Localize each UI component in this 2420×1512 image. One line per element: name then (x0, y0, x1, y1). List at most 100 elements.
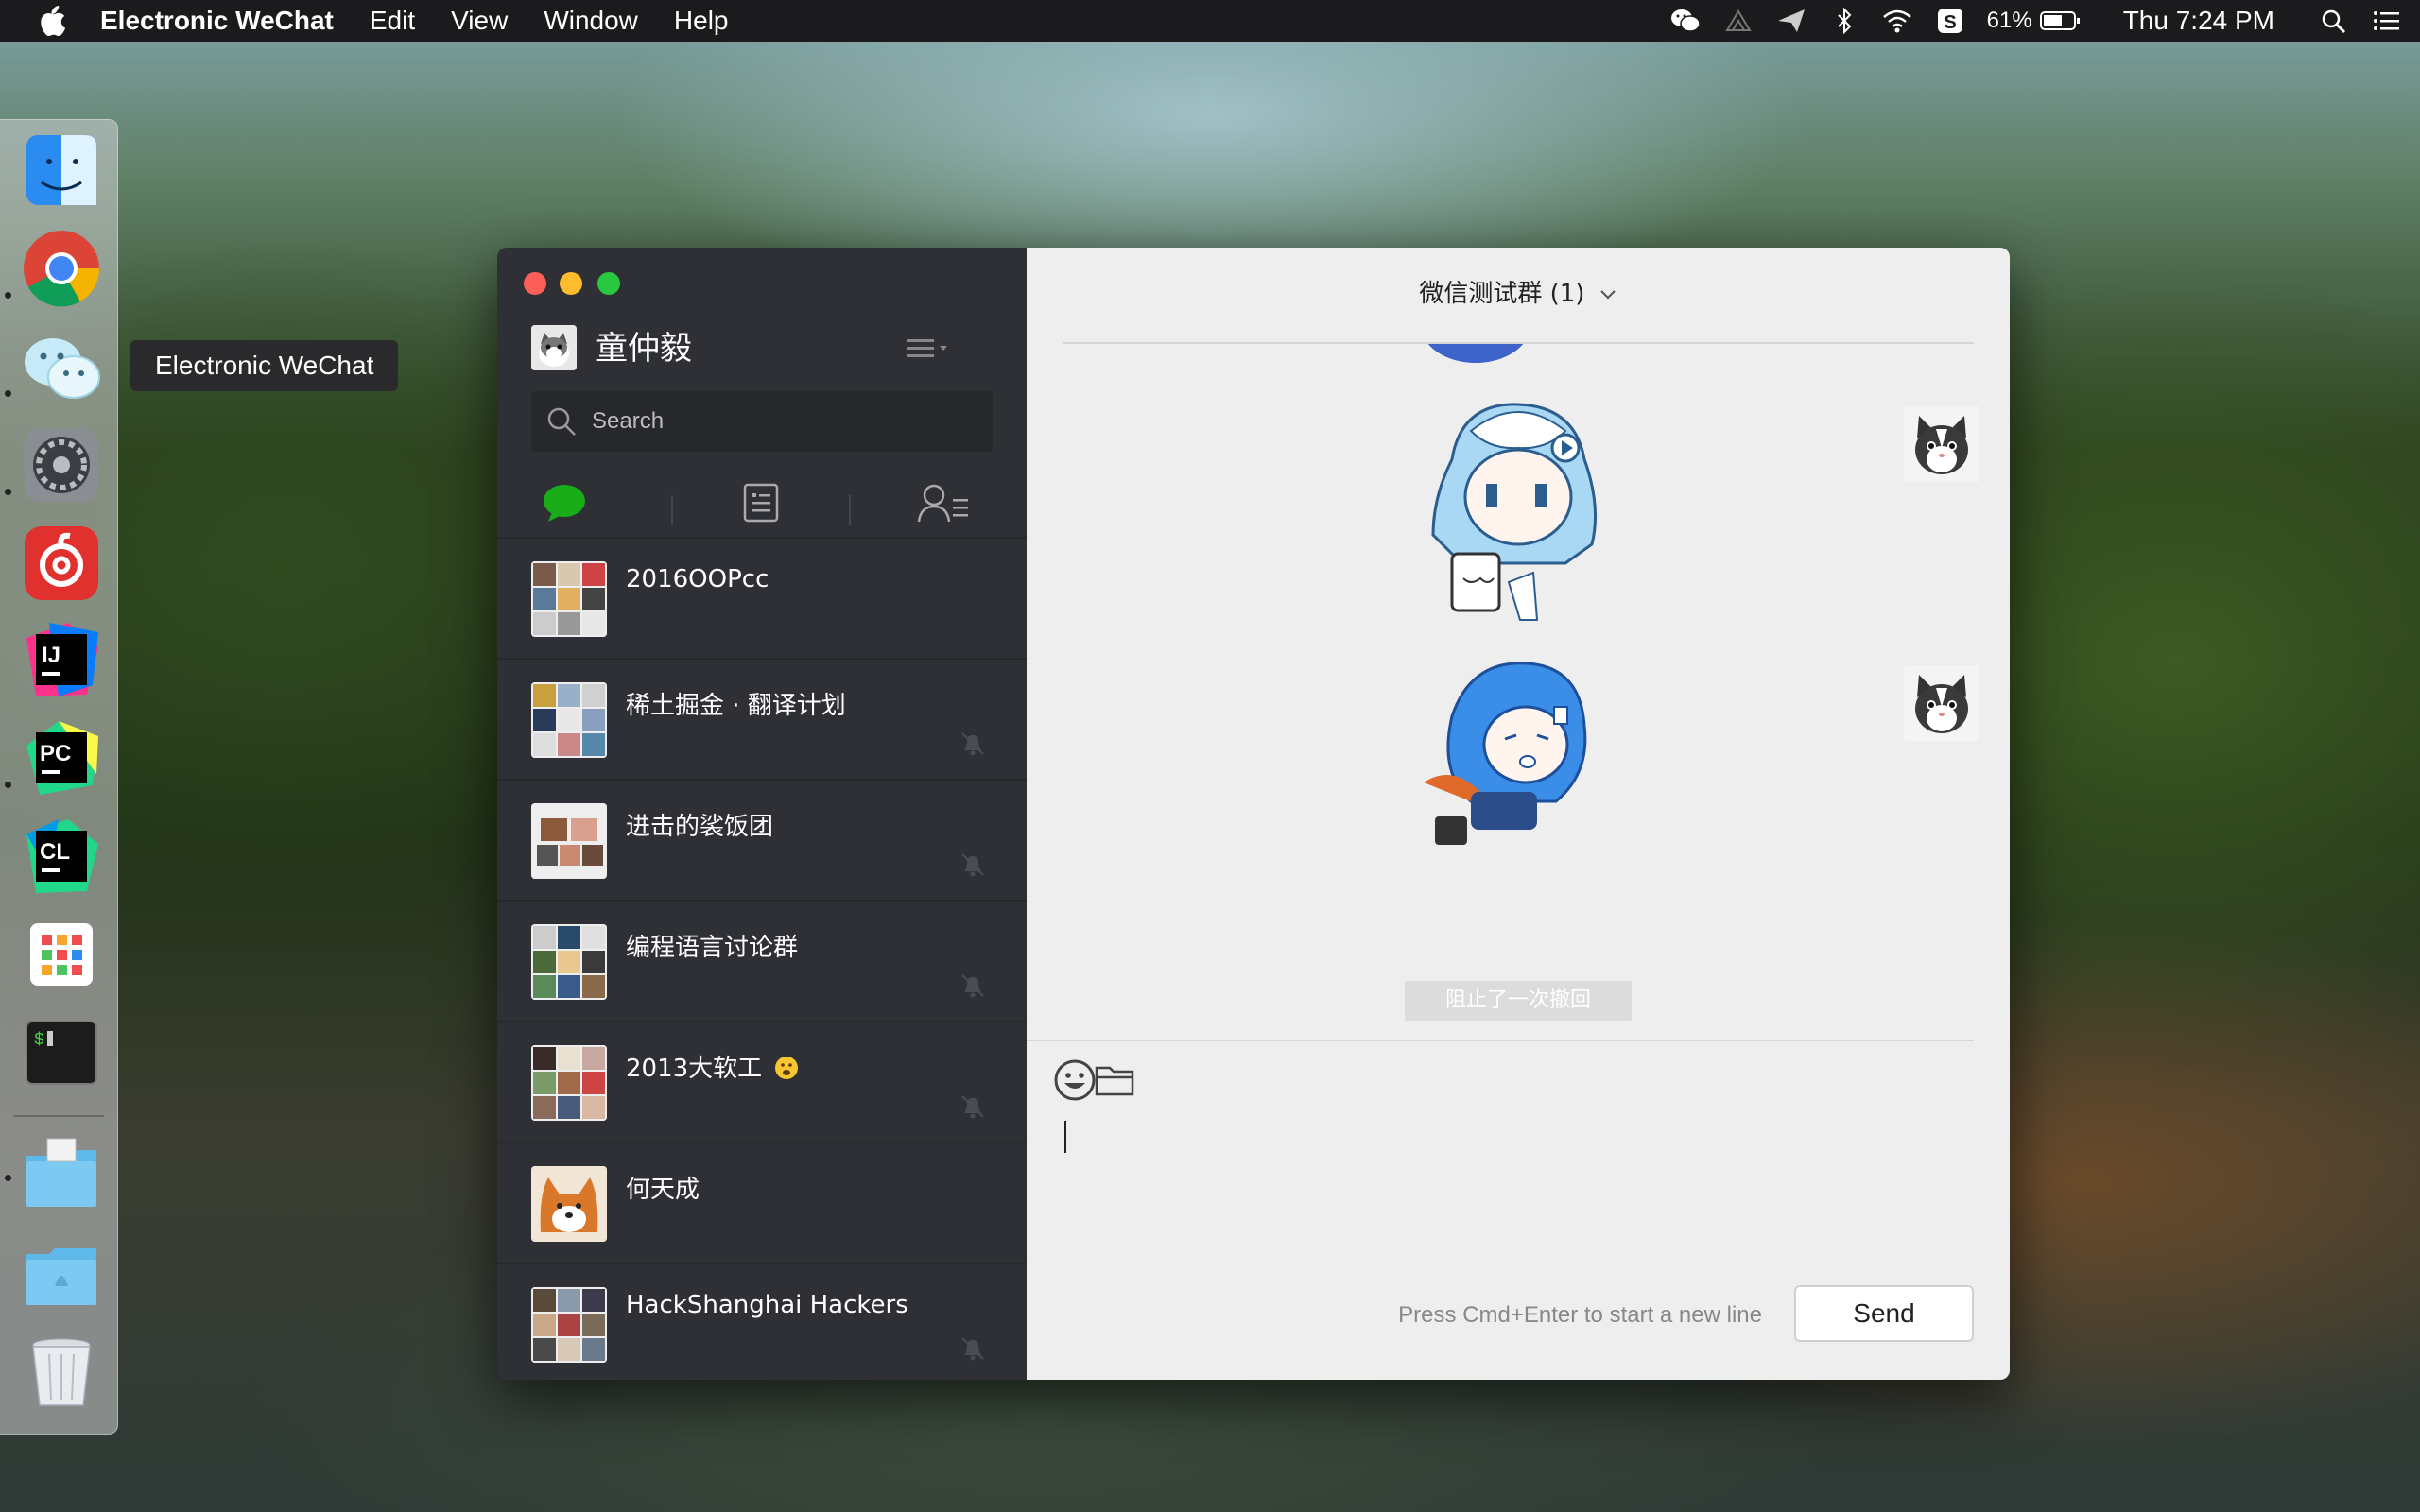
sidebar-menu-icon[interactable] (906, 335, 953, 363)
chat-title[interactable]: 微信测试群 (1) (1027, 274, 2010, 309)
chat-title-text: 微信测试群 (1) (1419, 280, 1585, 308)
launchpad-icon[interactable] (21, 914, 102, 995)
sticker-message[interactable] (1414, 393, 1613, 629)
wechat-dock-icon[interactable] (21, 326, 102, 407)
conversation-item[interactable]: 2013大软工 (497, 1021, 1027, 1142)
text-caret (1064, 1121, 1066, 1153)
sticker-message[interactable] (1414, 660, 1613, 849)
wechat-icon[interactable] (1669, 7, 1702, 35)
dock-tooltip: Electronic WeChat (130, 340, 399, 391)
chat-bubble-icon (544, 485, 585, 522)
notification-center-icon[interactable] (2371, 7, 2403, 35)
menu-edit[interactable]: Edit (370, 6, 415, 36)
input-divider (1027, 1040, 1974, 1041)
menu-window[interactable]: Window (544, 6, 638, 36)
minimize-window-button[interactable] (560, 272, 582, 295)
home-folder-icon[interactable] (21, 1231, 102, 1313)
spotlight-search-icon[interactable] (2318, 7, 2350, 35)
running-indicator (5, 1175, 11, 1181)
menu-view[interactable]: View (451, 6, 508, 36)
apple-menu-icon[interactable] (38, 6, 66, 36)
svg-text:S: S (1944, 12, 1956, 33)
battery-percentage: 61% (1986, 8, 2032, 33)
mute-bell-icon (961, 974, 984, 998)
group-avatar (531, 924, 607, 1000)
wechat-helper-icon[interactable] (1722, 7, 1754, 35)
my-avatar[interactable] (531, 325, 577, 370)
system-preferences-icon[interactable] (21, 424, 102, 506)
conversation-item[interactable]: 2016OOPcc (497, 537, 1027, 658)
group-avatar (531, 1045, 607, 1121)
cat-avatar-icon (1904, 665, 1979, 741)
send-icon[interactable] (1775, 7, 1807, 35)
chat-pane: 微信测试群 (1) 阻止了一次撤回 Press Cmd+Enter to sta… (1027, 248, 2010, 1380)
bluetooth-icon[interactable] (1828, 7, 1860, 35)
conversation-name: 2016OOPcc (626, 565, 769, 593)
face-emoji-icon (775, 1057, 799, 1079)
conversation-item[interactable]: 稀土掘金 · 翻译计划 (497, 658, 1027, 779)
mute-bell-icon (961, 853, 984, 877)
search-box[interactable] (531, 391, 993, 452)
mute-bell-icon (961, 732, 984, 756)
conversation-name: 稀土掘金 · 翻译计划 (626, 692, 846, 720)
svg-text:$: $ (34, 1031, 44, 1050)
send-file-folder-icon[interactable] (1091, 1057, 1138, 1104)
sogou-input-icon[interactable]: S (1934, 7, 1966, 35)
tab-divider (671, 495, 673, 525)
dock: IJ PC CL $ (0, 119, 118, 1435)
conversation-item[interactable]: 进击的裟饭团 (497, 779, 1027, 900)
chrome-icon[interactable] (21, 228, 102, 309)
conversation-list: 2016OOPcc 稀土掘金 · 翻译计划 进击的裟饭团 编程语言讨论群 201… (497, 537, 1027, 1380)
mute-bell-icon (961, 1337, 984, 1361)
my-username: 童仲毅 (596, 330, 692, 368)
netease-music-icon[interactable] (21, 523, 102, 604)
message-input[interactable] (1064, 1117, 1976, 1272)
pycharm-icon[interactable]: PC (21, 717, 102, 799)
running-indicator (5, 489, 11, 495)
message-area (1027, 344, 2010, 1040)
conversation-name: 2013大软工 (626, 1049, 800, 1084)
group-avatar (531, 561, 607, 637)
dock-separator (13, 1115, 104, 1117)
close-window-button[interactable] (524, 272, 546, 295)
menu-help[interactable]: Help (674, 6, 729, 36)
menubar-clock[interactable]: Thu 7:24 PM (2123, 6, 2274, 36)
chevron-down-icon (1599, 289, 1616, 299)
tab-public-accounts[interactable] (737, 480, 785, 525)
menu-bar: Electronic WeChat Edit View Window Help … (0, 0, 2420, 42)
app-name-menu[interactable]: Electronic WeChat (100, 6, 334, 36)
running-indicator (5, 782, 11, 788)
trash-icon[interactable] (21, 1330, 102, 1411)
finder-icon[interactable] (21, 129, 102, 211)
svg-text:PC: PC (40, 741, 71, 766)
recall-blocked-notice: 阻止了一次撤回 (1405, 981, 1632, 1021)
conversation-item[interactable]: HackShanghai Hackers (497, 1263, 1027, 1380)
terminal-icon[interactable]: $ (21, 1012, 102, 1093)
wifi-icon[interactable] (1881, 7, 1913, 35)
cat-avatar-icon (1904, 406, 1979, 482)
article-icon (743, 483, 779, 523)
conversation-item[interactable]: 编程语言讨论群 (497, 900, 1027, 1021)
search-icon (547, 407, 576, 436)
running-indicator (5, 292, 11, 299)
tab-contacts[interactable] (915, 480, 972, 525)
intellij-idea-icon[interactable]: IJ (21, 619, 102, 700)
contact-avatar (531, 1166, 607, 1242)
sender-avatar[interactable] (1904, 406, 1979, 482)
sender-avatar[interactable] (1904, 665, 1979, 741)
conversation-name: 进击的裟饭团 (626, 813, 774, 841)
downloads-folder-icon[interactable] (21, 1133, 102, 1214)
send-button[interactable]: Send (1794, 1285, 1974, 1342)
conversation-item[interactable]: 何天成 (497, 1142, 1027, 1263)
conversation-name: 编程语言讨论群 (626, 934, 799, 962)
battery-icon[interactable] (2039, 7, 2082, 35)
zoom-window-button[interactable] (597, 272, 620, 295)
newline-hint: Press Cmd+Enter to start a new line (1398, 1302, 1762, 1328)
clion-icon[interactable]: CL (21, 816, 102, 897)
tab-chats[interactable] (531, 480, 597, 525)
search-input[interactable] (590, 407, 972, 436)
sticker-message[interactable] (1414, 344, 1537, 382)
mute-bell-icon (961, 1095, 984, 1119)
tab-divider (849, 495, 851, 525)
sidebar-tabs (497, 467, 1027, 542)
